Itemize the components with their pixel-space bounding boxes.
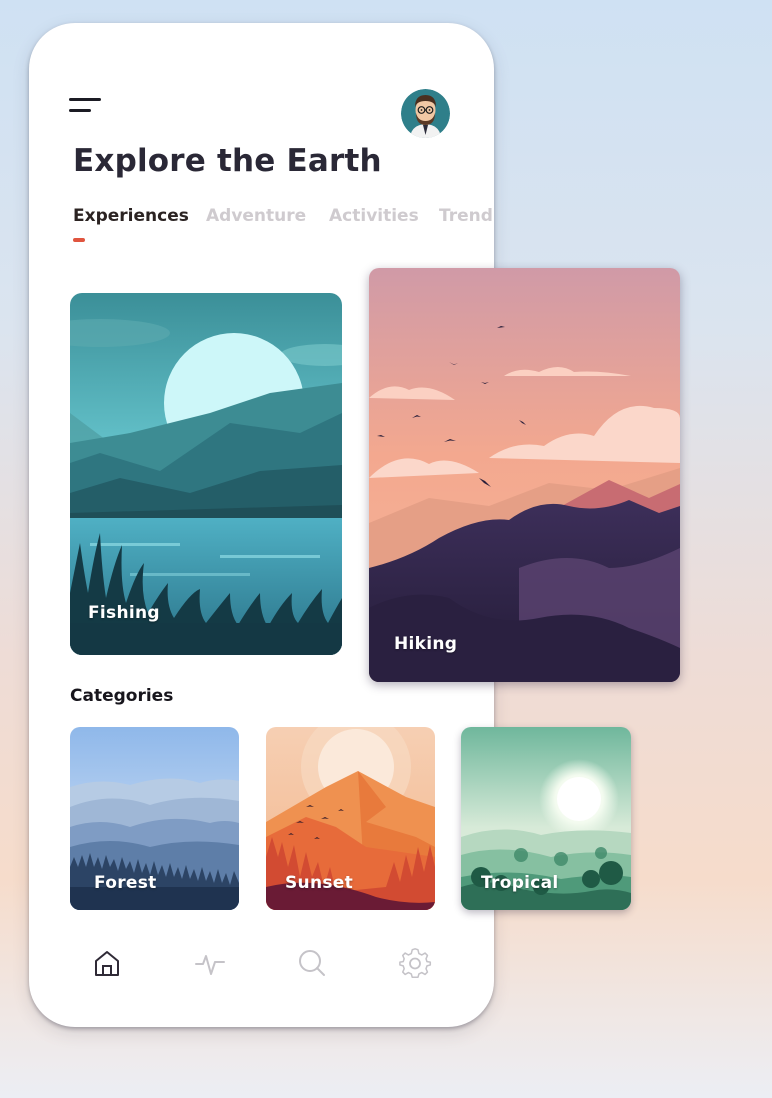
menu-icon[interactable] [69, 98, 101, 114]
experience-card-hiking[interactable]: Hiking [369, 268, 680, 682]
search-icon[interactable] [295, 946, 329, 980]
card-label-fishing: Fishing [88, 603, 160, 623]
category-card-sunset[interactable]: Sunset [266, 727, 435, 910]
tab-adventure[interactable]: Adventure [206, 206, 306, 226]
card-label-hiking: Hiking [394, 634, 458, 654]
tab-experiences[interactable]: Experiences [73, 206, 189, 226]
tab-trending[interactable]: Trending [439, 206, 494, 226]
card-label-tropical: Tropical [481, 873, 559, 893]
bottom-nav [29, 938, 494, 986]
settings-icon[interactable] [398, 946, 432, 980]
experience-card-fishing[interactable]: Fishing [70, 293, 342, 655]
home-icon[interactable] [90, 946, 124, 980]
avatar-image [401, 89, 450, 138]
hiking-landscape-image [369, 268, 680, 682]
tab-activities[interactable]: Activities [329, 206, 419, 226]
categories-heading: Categories [70, 686, 174, 706]
fishing-landscape-image [70, 293, 342, 655]
activity-icon[interactable] [193, 946, 227, 980]
avatar[interactable] [401, 89, 450, 138]
card-label-forest: Forest [94, 873, 157, 893]
page-title: Explore the Earth [73, 143, 382, 179]
tab-bar: Experiences Adventure Activities Trendin… [73, 206, 494, 246]
card-label-sunset: Sunset [285, 873, 354, 893]
tab-active-indicator [73, 238, 85, 242]
category-card-tropical[interactable]: Tropical [461, 727, 631, 910]
category-card-forest[interactable]: Forest [70, 727, 239, 910]
